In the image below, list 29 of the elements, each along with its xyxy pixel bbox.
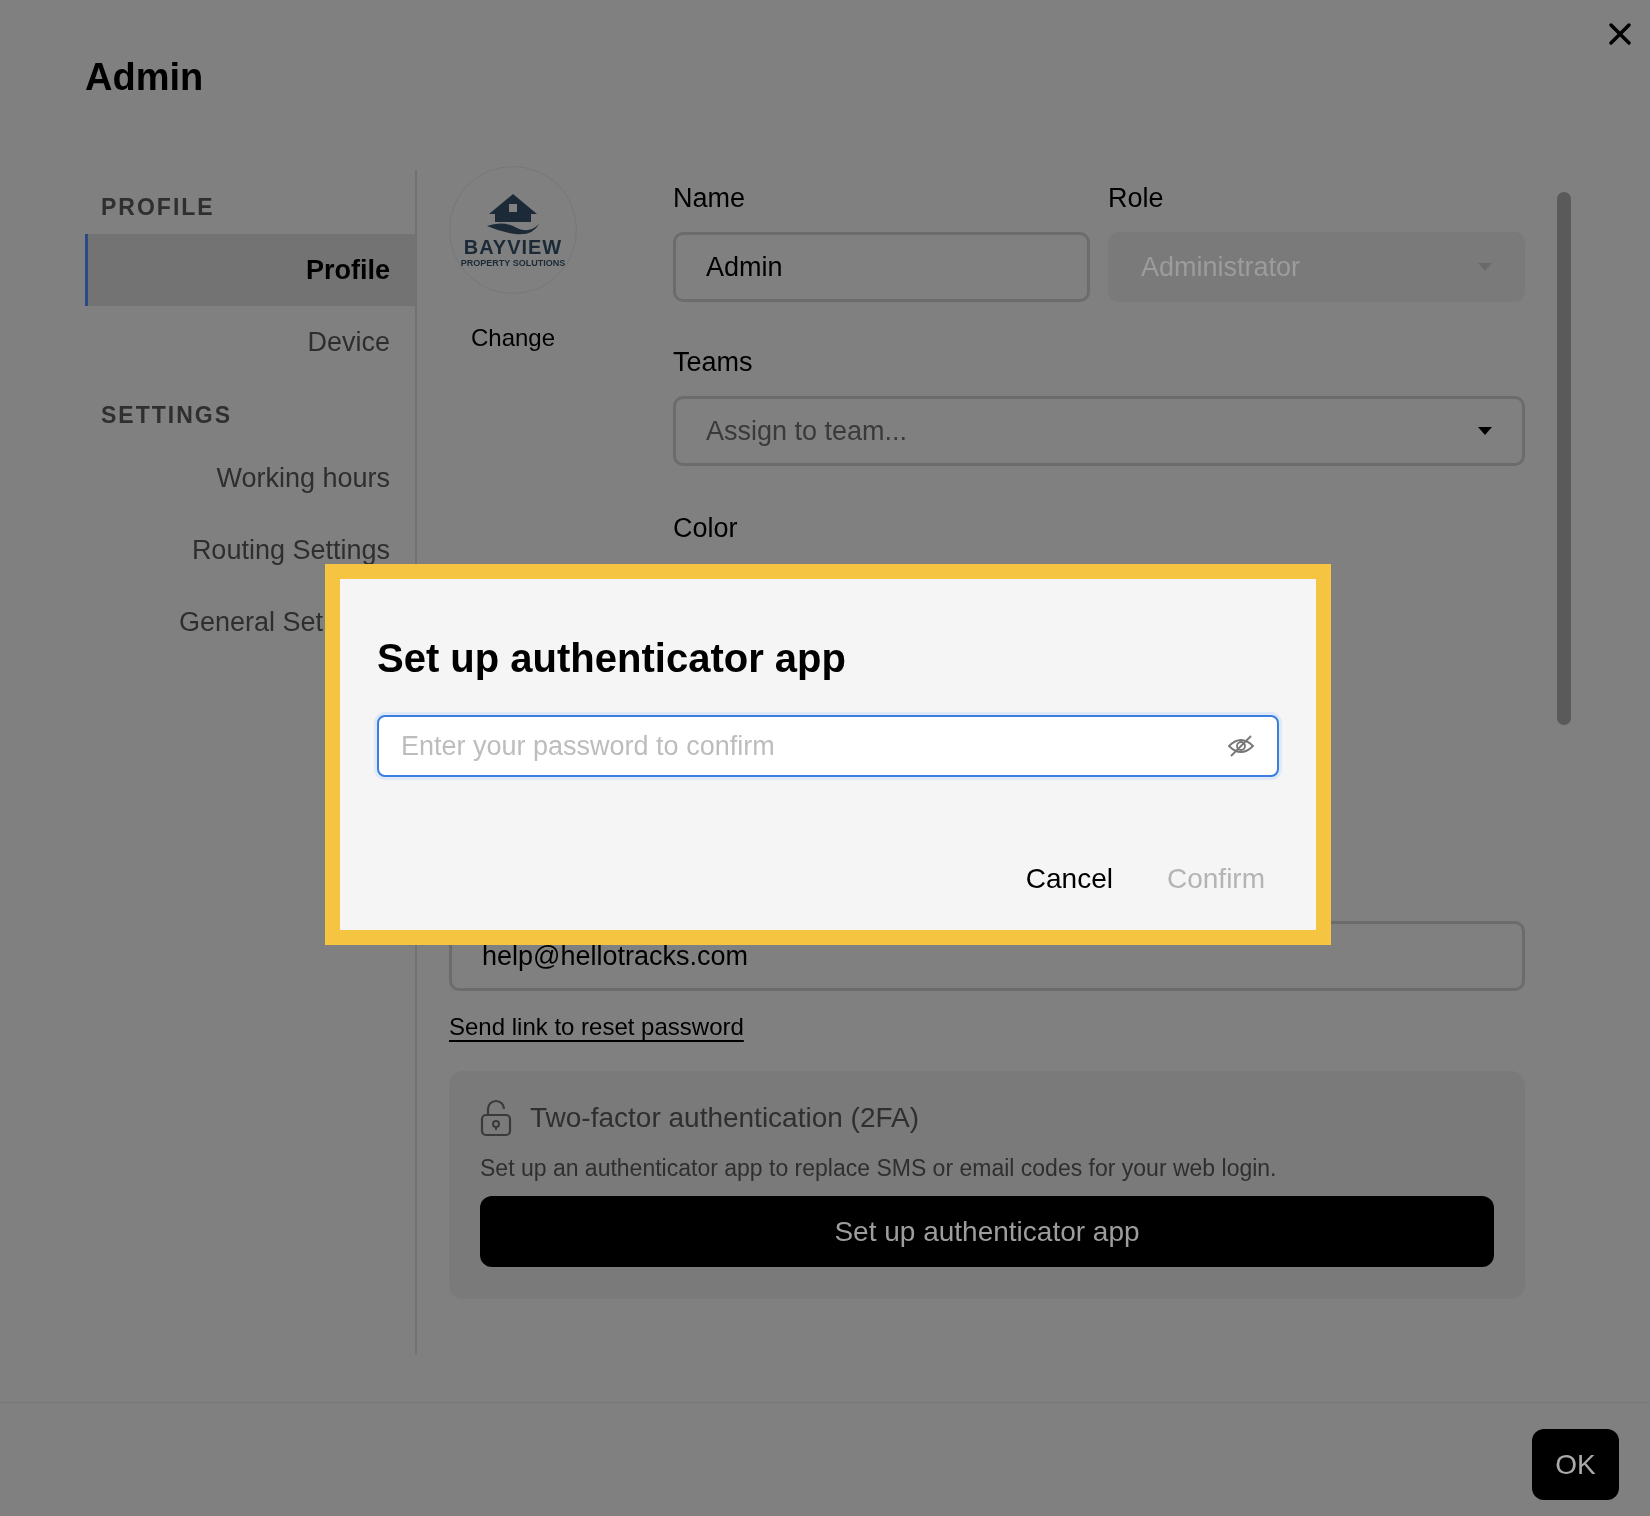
setup-authenticator-button[interactable]: Set up authenticator app: [480, 1196, 1494, 1267]
section-heading: PROFILE: [100, 193, 216, 222]
dialog-button[interactable]: Cancel: [1011, 855, 1127, 903]
close-icon[interactable]: [1608, 22, 1632, 46]
field-label: Color: [673, 512, 739, 544]
logo-text: BAYVIEW: [463, 235, 563, 258]
scrollbar-thumb[interactable]: [1557, 192, 1571, 725]
change-link[interactable]: Change: [449, 324, 577, 352]
ok-button[interactable]: OK: [1532, 1429, 1619, 1500]
reset-password-link[interactable]: Send link to reset password: [449, 1013, 744, 1041]
sidebar-item[interactable]: Working hours: [85, 442, 415, 514]
card-description: Set up an authenticator app to replace SMS or email codes for your web login.: [480, 1155, 1278, 1182]
sidebar-item[interactable]: Routing Settings: [85, 514, 415, 586]
field-label: Name: [673, 182, 747, 214]
hide-password-icon[interactable]: [1227, 734, 1255, 758]
field-label: Role: [1108, 182, 1165, 214]
sidebar-item[interactable]: Device: [85, 306, 415, 378]
page-title: Admin: [85, 56, 204, 99]
section-heading: SETTINGS: [100, 401, 233, 430]
password-field[interactable]: Enter your password to confirm: [377, 715, 1279, 777]
card-title: Two-factor authentication (2FA): [530, 1102, 920, 1134]
logo-subtext: PROPERTY SOLUTIONS: [460, 257, 566, 269]
sidebar-item[interactable]: Profile: [85, 234, 415, 306]
caret-icon: [1478, 427, 1492, 435]
lock-icon: [480, 1099, 512, 1137]
dialog-title: Set up authenticator app: [377, 635, 847, 681]
field-label: Teams: [673, 346, 754, 378]
teams-select[interactable]: Assign to team...: [673, 396, 1525, 466]
name-field[interactable]: Admin: [673, 232, 1090, 302]
